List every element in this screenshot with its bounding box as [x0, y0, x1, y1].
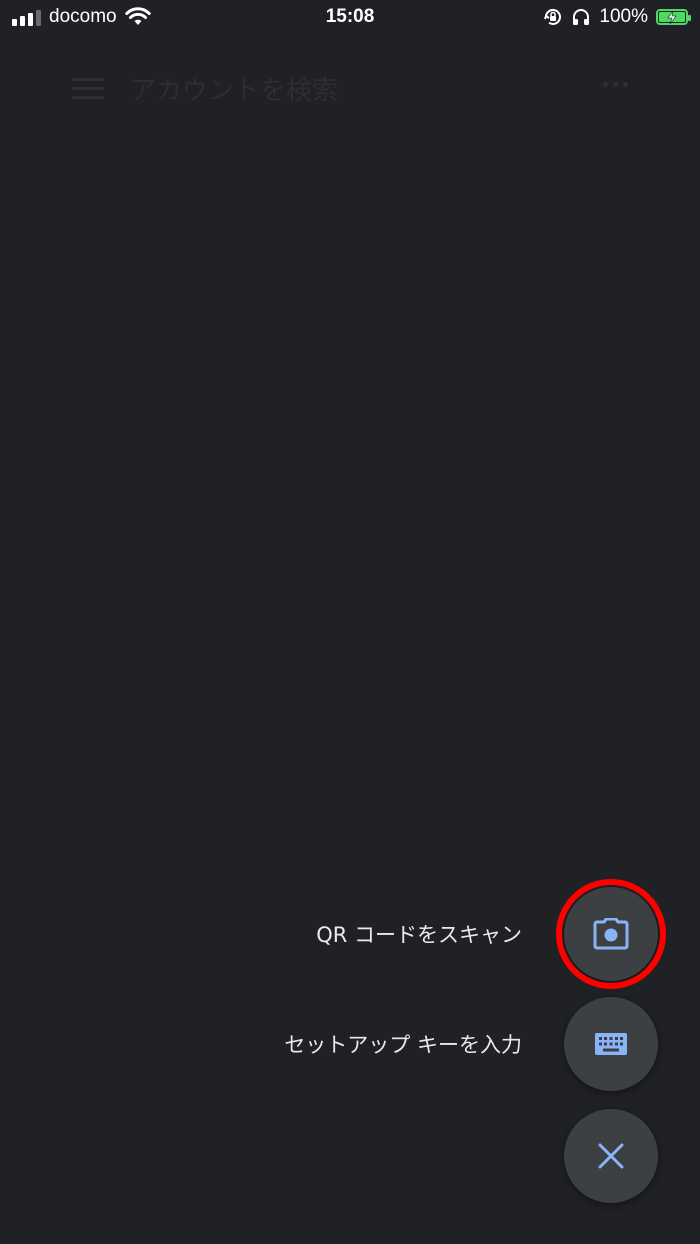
search-field[interactable]: アカウントを検索 [130, 70, 338, 107]
enter-key-button[interactable] [564, 997, 658, 1091]
hamburger-menu-icon[interactable] [72, 78, 104, 100]
status-bar: docomo 15:08 100% [0, 0, 700, 36]
close-row [564, 1109, 700, 1203]
scan-qr-button[interactable] [556, 879, 666, 989]
battery-percentage: 100% [599, 6, 648, 27]
scan-qr-label[interactable]: QR コードをスキャン [316, 919, 522, 949]
rotation-lock-icon [544, 8, 562, 25]
enter-key-label[interactable]: セットアップ キーを入力 [284, 1029, 522, 1059]
highlight-ring [556, 879, 666, 989]
app-toolbar: アカウントを検索 [0, 60, 700, 116]
headphones-icon [573, 9, 590, 25]
scan-qr-row[interactable]: QR コードをスキャン [316, 879, 700, 989]
battery-icon [656, 9, 691, 25]
close-button[interactable] [564, 1109, 658, 1203]
keyboard-icon [595, 1033, 627, 1055]
close-icon [598, 1143, 624, 1169]
status-right: 100% [543, 6, 691, 28]
more-horizontal-icon[interactable] [603, 82, 628, 87]
enter-key-row[interactable]: セットアップ キーを入力 [284, 997, 700, 1091]
